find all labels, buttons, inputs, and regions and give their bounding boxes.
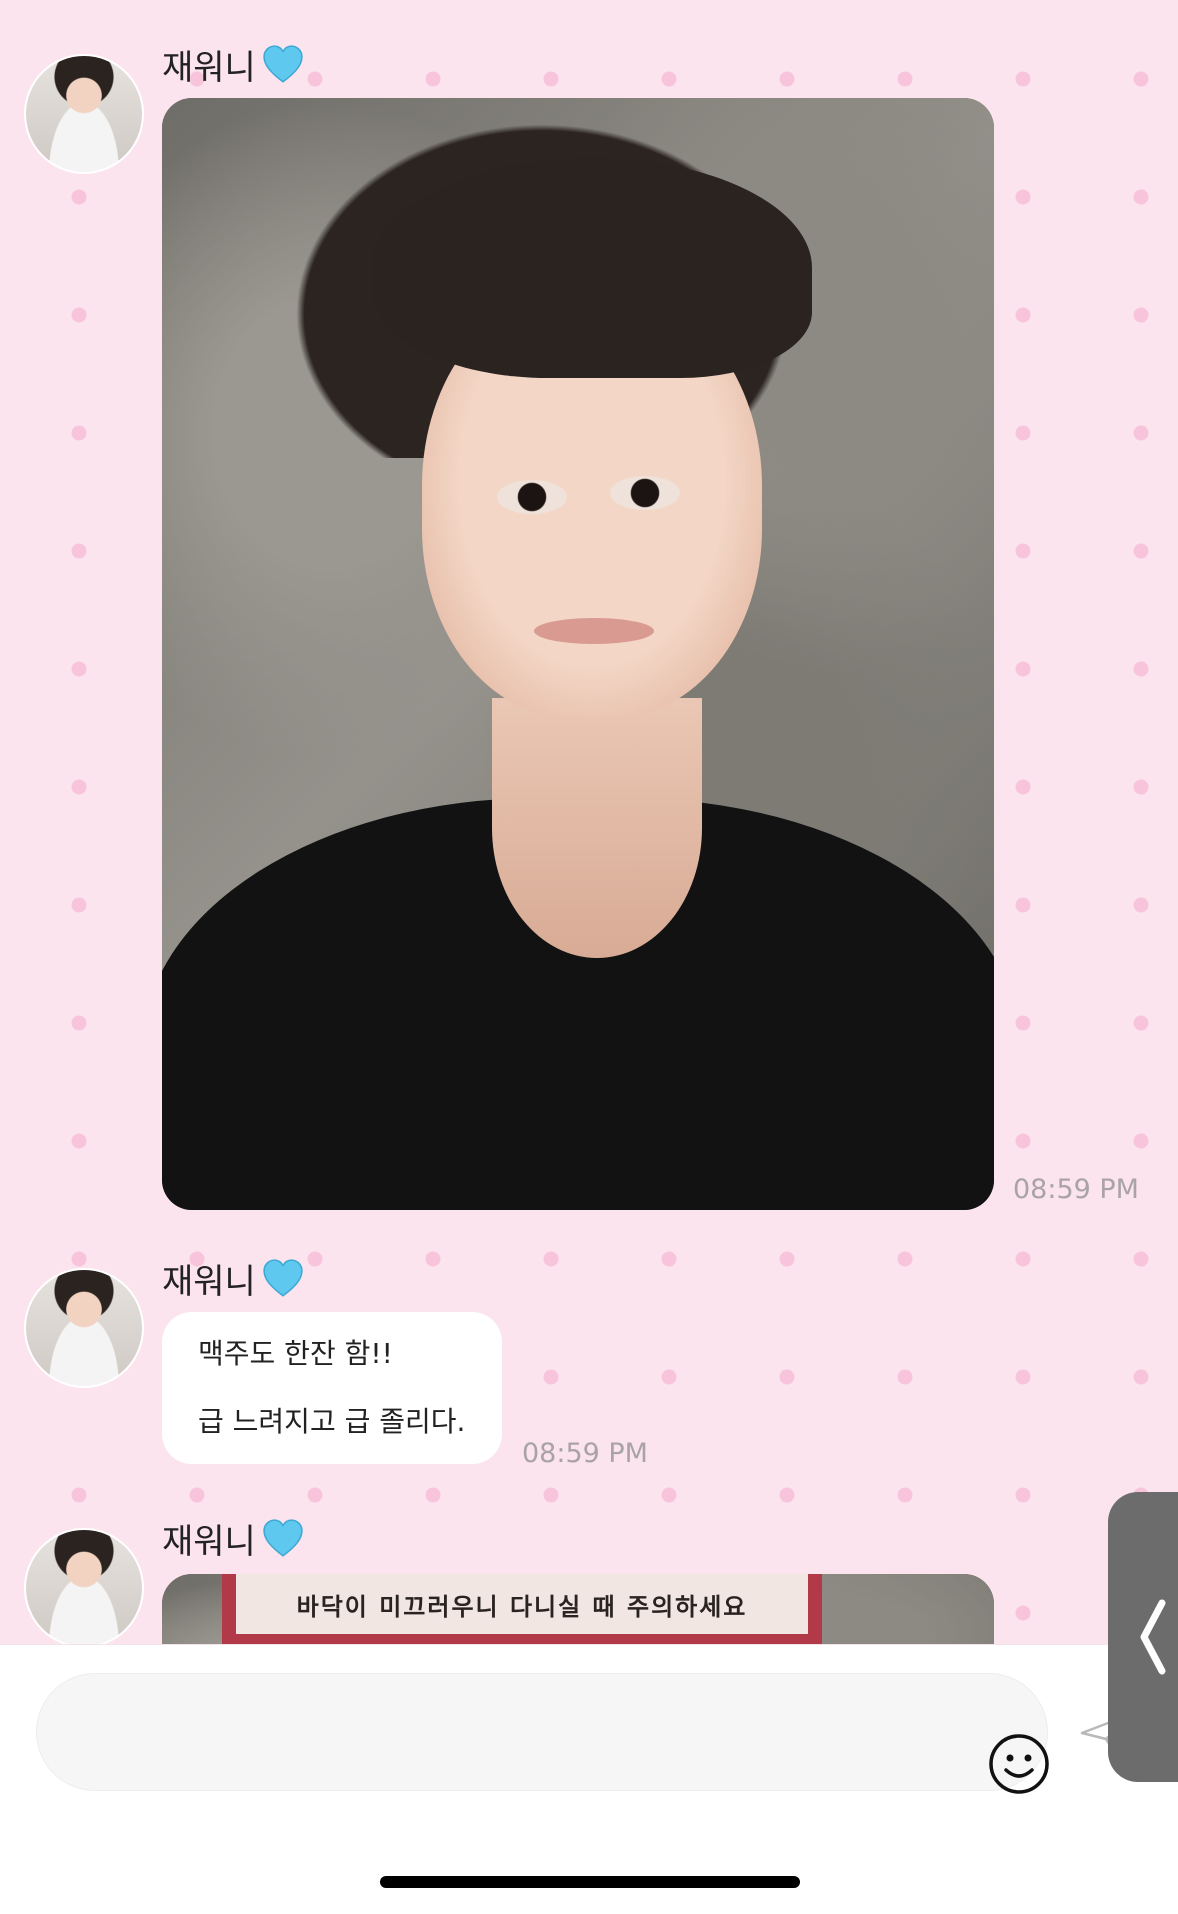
blue-heart-icon xyxy=(263,1518,303,1557)
photo-selfie[interactable] xyxy=(162,98,994,1210)
sender-name: 재워니 xyxy=(162,40,304,89)
message-line: 급 느려지고 급 졸리다. xyxy=(198,1405,466,1438)
smiley-face-icon[interactable] xyxy=(987,1732,1051,1796)
avatar[interactable] xyxy=(24,1528,144,1644)
blue-heart-icon xyxy=(263,44,303,83)
sender-name-text: 재워니 xyxy=(162,1522,256,1562)
photo-eye-right xyxy=(610,476,680,510)
sender-name-text: 재워니 xyxy=(162,48,256,88)
side-drawer-tab[interactable] xyxy=(1108,1492,1178,1782)
chat-view[interactable]: 재워니 08:59 PM 재워니 맥주도 한잔 함!! 급 느려지고 급 졸리다… xyxy=(0,0,1178,1644)
home-indicator xyxy=(380,1876,800,1888)
sender-name: 재워니 xyxy=(162,1514,304,1563)
message-bubble[interactable]: 맥주도 한잔 함!! 급 느려지고 급 졸리다. xyxy=(162,1312,502,1464)
photo-sign-text: 바닥이 미끄러우니 다니실 때 주의하세요 xyxy=(222,1574,822,1644)
sender-name-text: 재워니 xyxy=(162,1262,256,1302)
photo-eye-left xyxy=(497,480,567,514)
sender-name: 재워니 xyxy=(162,1254,304,1303)
photo-sign[interactable]: 바닥이 미끄러우니 다니실 때 주의하세요 xyxy=(162,1574,994,1644)
avatar[interactable] xyxy=(24,1268,144,1388)
blue-heart-icon xyxy=(263,1258,303,1297)
message-time: 08:59 PM xyxy=(522,1438,648,1469)
photo-mouth xyxy=(534,618,654,644)
photo-bangs xyxy=(372,158,812,378)
photo-neck xyxy=(492,698,702,958)
message-line: 맥주도 한잔 함!! xyxy=(198,1337,393,1370)
message-input[interactable] xyxy=(36,1673,1049,1794)
message-time: 08:59 PM xyxy=(1013,1174,1139,1205)
avatar[interactable] xyxy=(24,54,144,174)
chevron-left-icon xyxy=(1140,1599,1166,1675)
message-input-bar xyxy=(0,1644,1178,1914)
